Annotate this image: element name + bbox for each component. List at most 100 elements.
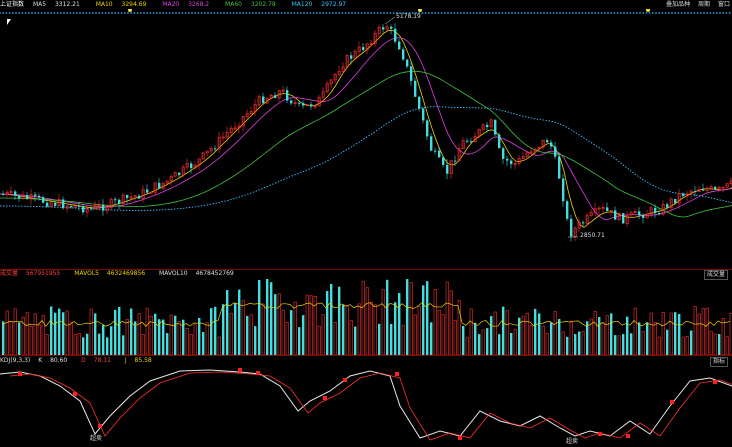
volume-bar: [290, 310, 293, 355]
volume-bar: [478, 334, 481, 355]
signal-dot: [651, 12, 654, 14]
k-label: K 80.60: [38, 357, 68, 364]
signal-dot: [424, 12, 427, 14]
candle-body: [82, 206, 85, 213]
signal-dot: [31, 12, 33, 14]
signal-dot: [11, 12, 14, 14]
volume-bar: [357, 303, 361, 355]
volume-bar: [605, 315, 609, 355]
high-pointer: [384, 16, 396, 25]
kdj-legend: KDJ(9,3,3) K 80.60 D 78.11 J 85.58: [0, 356, 164, 365]
volume-bar: [441, 314, 445, 355]
volume-bar: [365, 287, 369, 355]
candle-body: [582, 222, 585, 224]
signal-dot: [728, 12, 731, 14]
ma5-label: MA5 3312.21: [32, 1, 80, 8]
signal-dot: [456, 12, 459, 14]
volume-bar: [586, 321, 589, 355]
signal-dot: [597, 12, 600, 14]
volume-bar: [569, 320, 573, 355]
volume-bar: [293, 301, 297, 355]
signal-dot: [175, 12, 177, 14]
signal-dot: [687, 12, 689, 14]
volume-bar: [145, 307, 149, 355]
signal-dot: [376, 12, 379, 14]
signal-dot: [139, 12, 142, 14]
volume-bar: [106, 337, 109, 355]
volume-bar: [521, 316, 525, 355]
signal-dot: [79, 12, 81, 14]
candle-body: [178, 172, 181, 175]
signal-dot: [504, 12, 507, 14]
candle-body: [674, 198, 677, 203]
volume-bar: [617, 335, 621, 355]
volume-bar: [601, 322, 605, 355]
signal-dot: [50, 12, 53, 14]
volume-bar: [214, 306, 217, 355]
signal-dot: [0, 12, 1, 14]
candle-body: [18, 195, 21, 199]
candlestick-chart[interactable]: [0, 9, 732, 269]
kdj-signal-mark: [713, 380, 717, 384]
d-line: [9, 371, 732, 441]
volume-bar: [361, 280, 365, 355]
volume-bar: [33, 313, 37, 355]
volume-bar: [37, 324, 41, 355]
candle-body: [114, 199, 117, 201]
signal-dot: [146, 12, 149, 14]
volume-bar: [217, 336, 221, 355]
signal-dot: [59, 12, 62, 14]
signal-dot: [15, 12, 17, 14]
volume-bar: [693, 306, 697, 355]
d-label: D 78.11: [81, 357, 111, 364]
signal-dot: [507, 12, 510, 14]
volume-chart[interactable]: [0, 279, 732, 355]
signal-dot: [565, 12, 568, 14]
volume-bar: [646, 322, 649, 355]
signal-dot: [27, 12, 30, 14]
signal-dot: [203, 12, 206, 14]
candle-body: [426, 120, 429, 137]
overlay-button[interactable]: 叠加品种: [666, 1, 690, 8]
volume-bar: [721, 317, 725, 355]
signal-dot: [536, 12, 539, 14]
signal-dot: [319, 12, 321, 14]
signal-dot: [5, 12, 8, 14]
signal-dot: [85, 12, 88, 14]
volume-bar: [685, 336, 689, 355]
volume-bar: [433, 289, 437, 355]
signal-dot: [322, 12, 325, 14]
mavol10-label: MAVOL10 4678452769: [159, 270, 234, 277]
volume-bar: [386, 279, 389, 355]
volume-bar: [202, 332, 205, 355]
kdj-signal-mark: [98, 424, 102, 428]
volume-bar: [666, 329, 669, 355]
kdj-chart[interactable]: [0, 366, 732, 447]
window-button[interactable]: 窗口: [718, 1, 730, 8]
period-button[interactable]: 周期: [698, 1, 710, 8]
low-price-label: 2850.71: [580, 232, 605, 239]
volume-bar: [86, 333, 89, 355]
signal-dot: [616, 12, 619, 14]
signal-dot: [725, 12, 728, 14]
mavol5-label: MAVOL5 4632469856: [74, 270, 146, 277]
volume-bar: [241, 300, 245, 355]
volume-bar: [381, 289, 385, 355]
volume-bar: [73, 334, 77, 355]
candle-body: [506, 158, 509, 161]
signal-dot: [69, 12, 72, 14]
volume-bar: [510, 332, 513, 355]
candle-body: [2, 194, 5, 195]
signal-dot: [552, 12, 555, 14]
candle-body: [138, 195, 141, 199]
signal-dot: [693, 12, 696, 14]
signal-dot: [165, 12, 168, 14]
kdj-title: KDJ(9,3,3): [0, 357, 31, 364]
signal-dot: [258, 12, 261, 14]
signal-dot: [495, 12, 497, 14]
signal-dot: [475, 12, 478, 14]
candle-body: [410, 66, 413, 81]
volume-bar: [89, 308, 93, 355]
volume-bar: [422, 285, 425, 355]
ma20-label: MA20 3268.2: [162, 1, 210, 8]
